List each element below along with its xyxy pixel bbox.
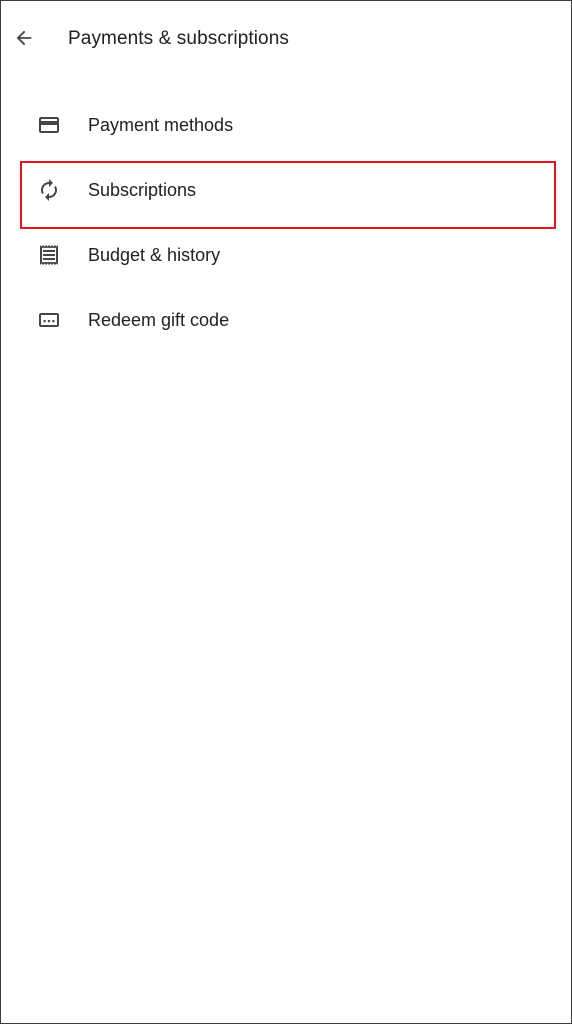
arrow-back-icon [16,30,32,46]
menu-item-label: Redeem gift code [88,310,230,330]
credit-card-icon [37,113,61,137]
refresh-cycle-icon [37,178,61,202]
menu-item-subscriptions[interactable]: Subscriptions [1,158,571,223]
screen: Payments & subscriptions Payment methods… [0,0,572,1024]
top-app-bar: Payments & subscriptions [1,1,571,77]
menu-list: Payment methods Subscriptions Budget & h… [1,93,571,353]
menu-item-redeem-gift-code[interactable]: Redeem gift code [1,288,571,353]
menu-item-label: Subscriptions [88,180,197,200]
menu-item-label: Payment methods [88,115,234,135]
gift-code-icon [37,308,61,332]
page-title: Payments & subscriptions [68,28,289,49]
back-button[interactable] [9,23,39,53]
menu-item-budget-history[interactable]: Budget & history [1,223,571,288]
menu-item-payment-methods[interactable]: Payment methods [1,93,571,158]
menu-item-label: Budget & history [88,245,221,265]
receipt-icon [37,243,61,267]
